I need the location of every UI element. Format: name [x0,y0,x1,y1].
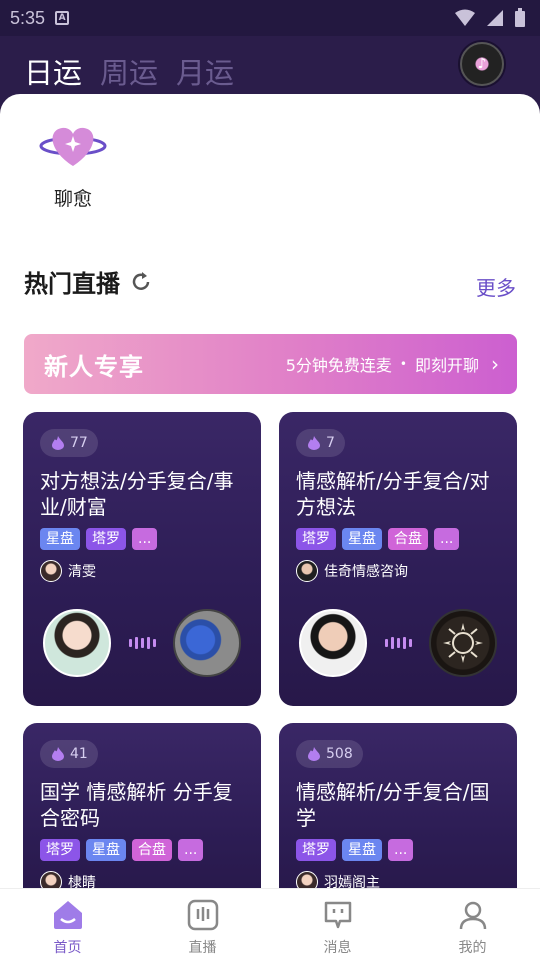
heart-planet-icon [38,116,108,176]
hot-live-title-text: 热门直播 [24,270,120,298]
host-info: 羽嫣阁主 [296,871,380,888]
fire-icon [52,436,64,450]
live-card[interactable]: 508 情感解析/分手复合/国学 塔罗 星盘 ... 羽嫣阁主 [279,723,517,888]
tag: 塔罗 [40,839,80,861]
tag: 星盘 [342,528,382,550]
tag-list: 塔罗 星盘 ... [296,839,414,861]
view-count-badge: 508 [296,740,363,768]
tag: 合盘 [132,839,172,861]
host-avatar [296,871,318,888]
tag-more: ... [178,839,204,861]
host-name: 佳奇情感咨询 [324,564,408,580]
healing-shortcut[interactable]: 聊愈 [38,116,108,211]
bottom-navigation: 首页 直播 消息 我的 [0,888,540,960]
chevron-right-icon: › [491,352,499,376]
tab-daily[interactable]: 日运 [24,50,82,92]
newcomer-promo-banner[interactable]: 新人专享 5分钟免费连麦 • 即刻开聊 › [24,334,517,394]
message-icon [324,901,351,929]
tag-list: 塔罗 星盘 合盘 ... [40,839,204,861]
nav-live[interactable]: 直播 [135,889,270,960]
view-count-badge: 7 [296,429,345,457]
music-disc-icon[interactable]: ♪ [460,42,504,86]
host-info: 佳奇情感咨询 [296,560,408,582]
healing-label: 聊愈 [53,188,92,210]
view-count: 41 [70,746,88,762]
connection-pair [43,608,241,678]
nav-messages[interactable]: 消息 [270,889,405,960]
fire-icon [308,436,320,450]
host-info: 清雯 [40,560,96,582]
host-avatar [40,871,62,888]
promo-subtitle: 5分钟免费连麦 • 即刻开聊 › [286,352,499,376]
tag-more: ... [388,839,414,861]
tag: 星盘 [86,839,126,861]
promo-separator: • [399,357,407,371]
tag: 星盘 [342,839,382,861]
fire-icon [308,747,320,761]
host-name: 清雯 [68,564,96,580]
nav-profile-label: 我的 [458,940,487,956]
nav-home[interactable]: 首页 [0,889,135,960]
tag: 合盘 [388,528,428,550]
host-name: 羽嫣阁主 [324,875,380,888]
wifi-icon [455,9,475,26]
promo-title: 新人专享 [44,352,144,381]
promo-cta: 即刻开聊 [414,356,479,375]
tag-more: ... [132,528,158,550]
nav-messages-label: 消息 [323,940,352,956]
hot-live-title: 热门直播 [24,264,154,299]
guest-avatar [429,609,497,677]
live-card[interactable]: 77 对方想法/分手复合/事业/财富 星盘 塔罗 ... 清雯 [23,412,261,706]
view-count-badge: 41 [40,740,98,768]
live-icon [187,899,218,931]
view-count: 77 [70,435,88,451]
signal-icon [487,10,503,26]
live-card[interactable]: 41 国学 情感解析 分手复合密码 塔罗 星盘 合盘 ... 棣睛 [23,723,261,888]
audio-wave-icon [128,637,156,649]
home-icon [53,901,82,929]
view-count-badge: 77 [40,429,98,457]
host-info: 棣睛 [40,871,96,888]
tag-list: 塔罗 星盘 合盘 ... [296,528,460,550]
host-avatar [296,560,318,582]
view-count: 508 [326,746,353,762]
card-title: 情感解析/分手复合/对方想法 [296,469,490,519]
profile-icon [459,901,486,930]
tag: 塔罗 [86,528,126,550]
status-time: 5:35 [10,7,46,28]
notification-a-icon: A [55,11,70,25]
sun-moon-icon [443,623,483,663]
connection-pair [299,608,497,678]
fire-icon [52,747,64,761]
card-title: 对方想法/分手复合/事业/财富 [40,469,234,519]
host-avatar-large [43,609,111,677]
tag-more: ... [434,528,460,550]
view-count: 7 [326,435,335,451]
host-avatar [40,560,62,582]
status-bar: 5:35 A [0,0,540,36]
card-title: 情感解析/分手复合/国学 [296,780,490,830]
status-icons [454,8,526,28]
tab-monthly[interactable]: 月运 [176,50,234,92]
nav-profile[interactable]: 我的 [405,889,540,960]
nav-live-label: 直播 [188,940,217,956]
live-card[interactable]: 7 情感解析/分手复合/对方想法 塔罗 星盘 合盘 ... 佳奇情感咨询 [279,412,517,706]
promo-subtitle-text: 5分钟免费连麦 [285,356,392,375]
tag: 塔罗 [296,839,336,861]
tab-weekly[interactable]: 周运 [100,50,158,92]
tag: 星盘 [40,528,80,550]
nav-home-label: 首页 [53,940,82,956]
card-title: 国学 情感解析 分手复合密码 [40,780,233,830]
battery-icon [515,8,525,27]
host-avatar-large [299,609,367,677]
host-name: 棣睛 [68,875,96,888]
audio-wave-icon [384,637,412,649]
tag: 塔罗 [296,528,336,550]
refresh-icon[interactable] [128,269,154,295]
guest-avatar [173,609,241,677]
more-link[interactable]: 更多 [476,272,516,301]
tag-list: 星盘 塔罗 ... [40,528,158,550]
content-panel: 聊愈 热门直播 更多 新人专享 5分钟免费连麦 • 即刻开聊 › 77 对方想法… [0,94,540,888]
